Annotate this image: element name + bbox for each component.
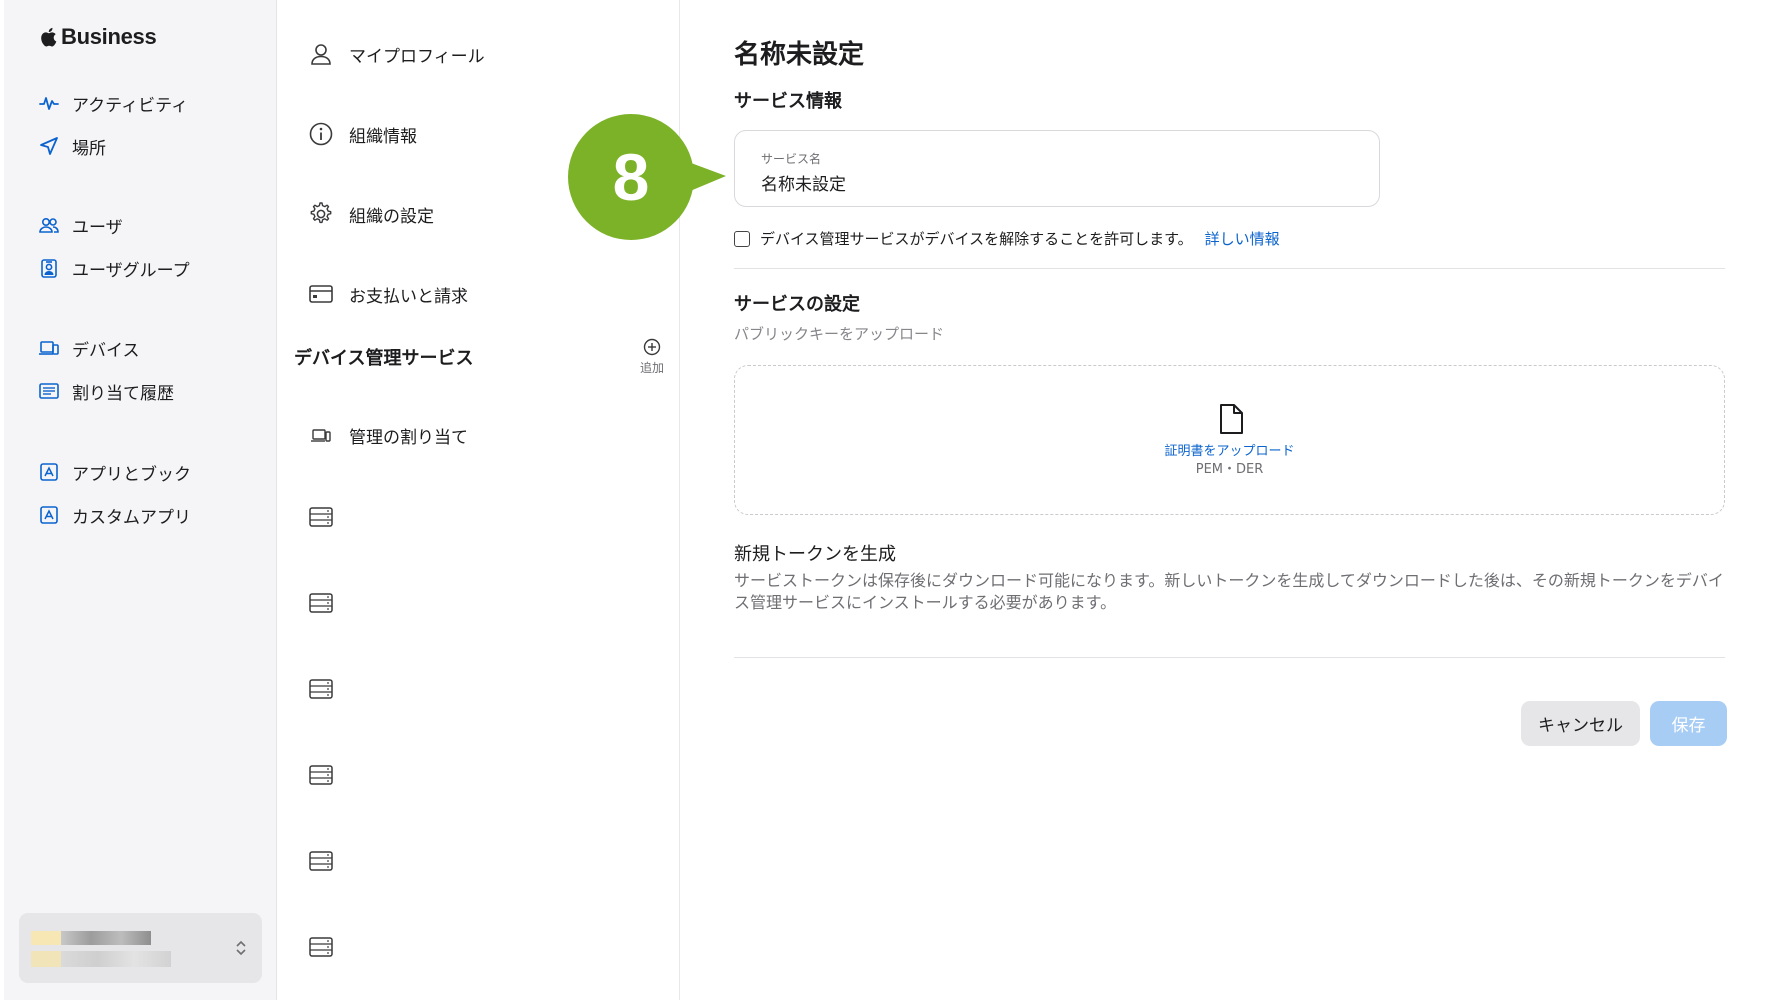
save-button[interactable]: 保存	[1650, 701, 1727, 746]
upload-public-key-label: パブリックキーをアップロード	[734, 325, 945, 343]
plus-circle-icon	[643, 338, 661, 356]
settings-item-label: 組織の設定	[349, 206, 434, 227]
sidebar-item-activity[interactable]: アクティビティ	[38, 88, 188, 118]
redacted-org-avatar	[31, 931, 61, 945]
page-title: 名称未設定	[734, 40, 865, 70]
sidebar-item-apps-books[interactable]: アプリとブック	[38, 457, 191, 487]
brand-logo: Business	[40, 24, 157, 50]
add-service-button[interactable]: 追加	[632, 337, 672, 376]
sidebar-item-label: デバイス	[72, 340, 140, 361]
release-devices-label: デバイス管理サービスがデバイスを解除することを許可します。	[760, 230, 1193, 248]
gear-icon	[310, 202, 332, 224]
service-info-heading: サービス情報	[734, 91, 842, 112]
token-description: サービストークンは保存後にダウンロード可能になります。新しいトークンを生成してダ…	[734, 571, 1724, 612]
redacted-org-detail	[61, 951, 171, 967]
release-devices-option: デバイス管理サービスがデバイスを解除することを許可します。 詳しい情報	[734, 228, 1280, 249]
sidebar-item-users[interactable]: ユーザ	[38, 210, 123, 240]
devices-icon	[39, 341, 59, 355]
sidebar-item-devices[interactable]: デバイス	[38, 333, 140, 363]
sidebar-item-label: 割り当て履歴	[72, 383, 174, 404]
info-icon	[309, 122, 333, 146]
server-icon[interactable]	[309, 764, 333, 786]
sidebar-item-label: 場所	[72, 138, 106, 159]
sidebar-item-label: ユーザグループ	[72, 260, 190, 281]
settings-item-organization-info[interactable]: 組織情報	[308, 121, 417, 147]
user-group-icon	[41, 259, 57, 278]
server-icon[interactable]	[309, 850, 333, 872]
divider	[734, 268, 1725, 269]
chevron-up-down-icon	[236, 940, 246, 956]
sidebar: Business アクティビティ 場所 ユーザ ユーザグループ デバイス 割り当…	[4, 0, 277, 1000]
divider	[734, 657, 1725, 658]
settings-item-label: お支払いと請求	[349, 286, 468, 307]
settings-item-organization-settings[interactable]: 組織の設定	[308, 201, 434, 227]
settings-item-payments-billing[interactable]: お支払いと請求	[308, 281, 468, 307]
settings-item-management-assignment[interactable]: 管理の割り当て	[308, 422, 468, 448]
apple-logo-icon	[41, 27, 57, 47]
redacted-org-avatar-lower	[31, 951, 61, 967]
sidebar-item-locations[interactable]: 場所	[38, 131, 106, 161]
credit-card-icon	[309, 285, 333, 303]
settings-item-label: マイプロフィール	[349, 46, 485, 67]
device-management-services-heading: デバイス管理サービス	[294, 348, 474, 369]
settings-item-my-profile[interactable]: マイプロフィール	[308, 41, 485, 67]
service-name-field[interactable]: サービス名 名称未設定	[734, 130, 1380, 207]
service-settings-heading: サービスの設定	[734, 294, 860, 315]
settings-item-label: 組織情報	[349, 126, 417, 147]
location-arrow-icon	[40, 137, 58, 155]
certificate-upload-dropzone[interactable]: 証明書をアップロード PEM・DER	[734, 365, 1725, 515]
sidebar-item-label: ユーザ	[72, 217, 123, 238]
organization-switcher[interactable]	[19, 913, 262, 983]
service-name-value[interactable]: 名称未設定	[761, 170, 846, 195]
sidebar-item-label: アプリとブック	[72, 464, 191, 485]
server-icon[interactable]	[309, 936, 333, 958]
release-devices-checkbox[interactable]	[734, 230, 750, 247]
server-icon[interactable]	[309, 592, 333, 614]
service-name-label: サービス名	[761, 152, 822, 166]
server-icon[interactable]	[309, 678, 333, 700]
new-token-heading: 新規トークンを生成	[734, 544, 896, 565]
assignment-history-icon	[39, 383, 59, 399]
brand-name: Business	[61, 24, 157, 49]
server-icon[interactable]	[309, 506, 333, 528]
sidebar-item-user-groups[interactable]: ユーザグループ	[38, 253, 190, 283]
sidebar-item-label: アクティビティ	[72, 95, 189, 116]
activity-icon	[39, 97, 59, 110]
users-icon	[39, 218, 59, 233]
add-service-label: 追加	[639, 361, 664, 375]
devices-icon	[311, 429, 331, 442]
learn-more-link[interactable]: 詳しい情報	[1205, 228, 1280, 249]
custom-apps-icon	[40, 506, 58, 524]
document-icon	[1220, 404, 1243, 434]
upload-certificate-link[interactable]: 証明書をアップロード	[735, 440, 1724, 459]
cancel-button[interactable]: キャンセル	[1521, 701, 1640, 746]
sidebar-item-custom-apps[interactable]: カスタムアプリ	[38, 500, 191, 530]
sidebar-item-assignment-history[interactable]: 割り当て履歴	[38, 376, 174, 406]
accepted-formats: PEM・DER	[1195, 462, 1264, 477]
apps-books-icon	[40, 463, 58, 481]
service-detail-panel: 名称未設定 サービス情報 サービス名 名称未設定 デバイス管理サービスがデバイス…	[681, 0, 1778, 1000]
sidebar-item-label: カスタムアプリ	[72, 507, 191, 528]
step-number: 8	[613, 140, 650, 214]
person-icon	[311, 44, 331, 65]
settings-item-label: 管理の割り当て	[349, 427, 468, 448]
redacted-org-name	[61, 931, 151, 945]
